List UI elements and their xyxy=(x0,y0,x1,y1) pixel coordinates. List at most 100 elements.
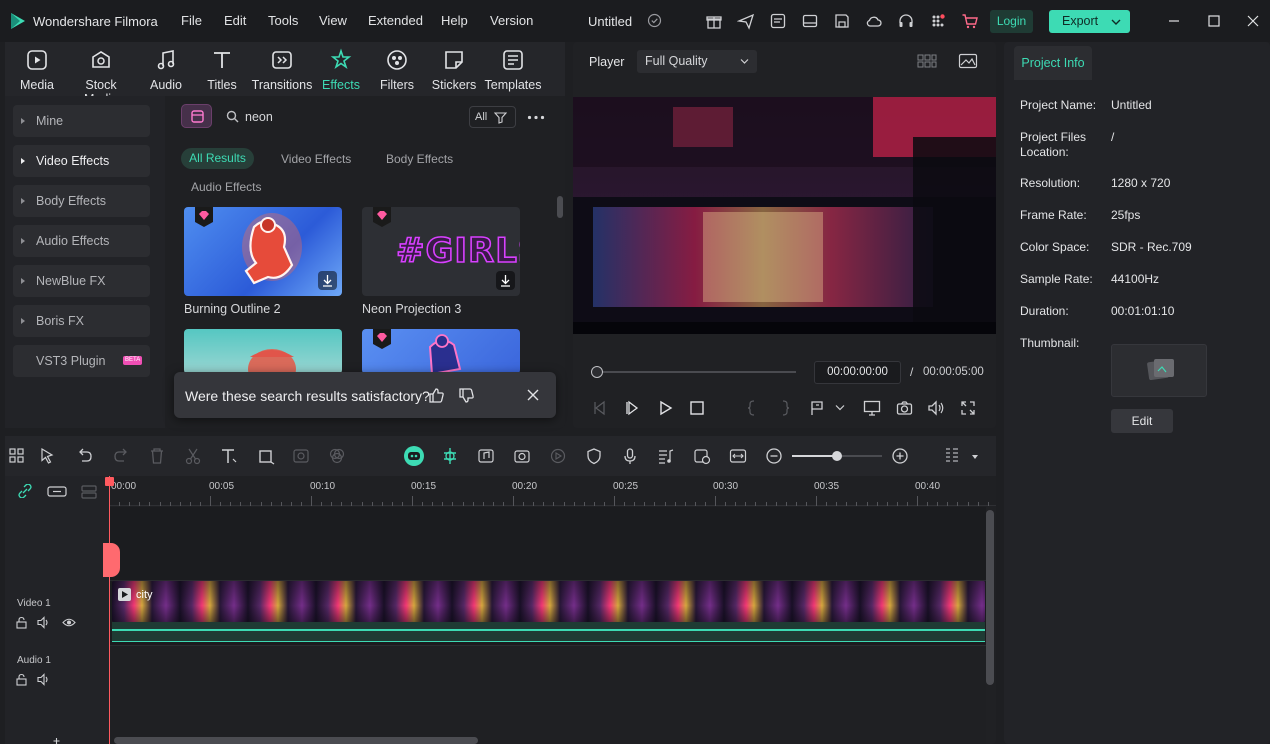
export-button[interactable]: Export xyxy=(1049,10,1130,33)
keyframe-icon[interactable] xyxy=(693,447,711,465)
edit-thumbnail-button[interactable]: Edit xyxy=(1111,409,1173,433)
audio-mixer-icon[interactable] xyxy=(657,447,675,465)
chip-all-results[interactable]: All Results xyxy=(181,148,254,169)
crop-icon[interactable] xyxy=(257,447,275,465)
login-button[interactable]: Login xyxy=(990,10,1033,33)
render-icon[interactable] xyxy=(513,447,531,465)
select-pointer-icon[interactable] xyxy=(39,447,57,465)
add-track-icon[interactable] xyxy=(47,485,67,498)
menu-extended[interactable]: Extended xyxy=(368,13,423,28)
zoom-out-icon[interactable] xyxy=(765,447,783,465)
sidebar-item-vst3-plugin[interactable]: VST3 Plugin BETA xyxy=(13,345,150,377)
camera-snapshot-icon[interactable] xyxy=(896,400,913,416)
link-icon[interactable] xyxy=(17,484,33,498)
filter-dropdown[interactable]: All xyxy=(469,106,516,128)
marker-icon[interactable] xyxy=(809,400,825,416)
timeline-vertical-scrollbar[interactable] xyxy=(986,510,994,685)
close-popup-icon[interactable] xyxy=(527,389,539,401)
color-icon[interactable] xyxy=(328,447,346,465)
search-input[interactable] xyxy=(245,108,445,126)
send-icon[interactable] xyxy=(737,12,755,30)
auto-sync-icon[interactable] xyxy=(441,447,459,465)
tab-filters[interactable]: Filters xyxy=(366,48,428,92)
effect-thumbnail[interactable] xyxy=(362,329,520,374)
tab-media[interactable]: Media xyxy=(6,48,68,92)
sidebar-item-video-effects[interactable]: Video Effects xyxy=(13,145,150,177)
quality-dropdown[interactable]: Full Quality xyxy=(637,50,757,73)
thumbs-down-icon[interactable] xyxy=(458,387,475,404)
download-icon[interactable] xyxy=(318,271,337,290)
sidebar-item-body-effects[interactable]: Body Effects xyxy=(13,185,150,217)
playhead-handle[interactable] xyxy=(105,477,114,486)
menu-file[interactable]: File xyxy=(181,13,202,28)
layout-icon[interactable] xyxy=(801,12,819,30)
tab-audio[interactable]: Audio xyxy=(135,48,197,92)
apps-grid-icon[interactable] xyxy=(929,12,947,30)
effect-thumbnail-neon-projection[interactable]: #GIRLS xyxy=(362,207,520,296)
mark-out-icon[interactable] xyxy=(779,400,791,416)
sidebar-item-boris-fx[interactable]: Boris FX xyxy=(13,305,150,337)
playhead-marker-handle[interactable] xyxy=(103,543,120,577)
next-frame-icon[interactable] xyxy=(625,400,641,416)
layout-grid-icon[interactable] xyxy=(8,447,26,465)
download-icon[interactable] xyxy=(496,271,515,290)
tab-stickers[interactable]: Stickers xyxy=(423,48,485,92)
headset-icon[interactable] xyxy=(897,12,915,30)
menu-tools[interactable]: Tools xyxy=(268,13,298,28)
close-window-icon[interactable] xyxy=(1246,14,1260,28)
menu-edit[interactable]: Edit xyxy=(224,13,246,28)
ai-tool-icon[interactable] xyxy=(292,447,310,465)
tab-templates[interactable]: Templates xyxy=(482,48,544,92)
tab-titles[interactable]: Titles xyxy=(191,48,253,92)
add-icon[interactable] xyxy=(52,737,61,744)
text-tool-icon[interactable] xyxy=(220,447,238,465)
playback-slider-handle[interactable] xyxy=(591,366,603,378)
maximize-icon[interactable] xyxy=(1207,14,1221,28)
sidebar-item-audio-effects[interactable]: Audio Effects xyxy=(13,225,150,257)
grid-view-icon[interactable] xyxy=(917,53,937,69)
zoom-slider-handle[interactable] xyxy=(832,451,842,461)
current-time-field[interactable]: 00:00:00:00 xyxy=(814,361,901,384)
thumbs-up-icon[interactable] xyxy=(428,387,445,404)
eye-icon[interactable] xyxy=(62,617,76,628)
delete-icon[interactable] xyxy=(148,447,166,465)
menu-help[interactable]: Help xyxy=(441,13,468,28)
display-icon[interactable] xyxy=(863,400,881,416)
redo-icon[interactable] xyxy=(112,447,130,465)
chip-video-effects[interactable]: Video Effects xyxy=(281,152,351,166)
snapshot-image-icon[interactable] xyxy=(958,53,978,69)
motion-tracking-icon[interactable] xyxy=(549,447,567,465)
mark-in-icon[interactable] xyxy=(746,400,758,416)
undo-icon[interactable] xyxy=(76,447,94,465)
zoom-in-icon[interactable] xyxy=(891,447,909,465)
effect-thumbnail-burning-outline[interactable] xyxy=(184,207,342,296)
sidebar-item-mine[interactable]: Mine xyxy=(13,105,150,137)
more-options-icon[interactable] xyxy=(527,115,545,120)
fullscreen-icon[interactable] xyxy=(960,400,976,416)
track-manager-icon[interactable] xyxy=(80,484,98,499)
microphone-icon[interactable] xyxy=(621,447,639,465)
thumbnail-box[interactable] xyxy=(1111,344,1207,397)
video-clip[interactable]: city xyxy=(112,581,985,622)
timeline-horizontal-scrollbar[interactable] xyxy=(114,737,478,744)
chevron-down-icon[interactable] xyxy=(971,454,979,460)
effect-thumbnail[interactable] xyxy=(184,329,342,374)
gift-icon[interactable] xyxy=(705,12,723,30)
tab-project-info[interactable]: Project Info xyxy=(1014,46,1092,80)
shield-icon[interactable] xyxy=(585,447,603,465)
tab-transitions[interactable]: Transitions xyxy=(251,48,313,92)
mute-icon[interactable] xyxy=(37,616,51,629)
effects-store-button[interactable] xyxy=(181,104,212,128)
playhead-line[interactable] xyxy=(109,476,110,744)
cut-scissors-icon[interactable] xyxy=(184,447,202,465)
cloud-icon[interactable] xyxy=(865,12,883,30)
playback-slider[interactable] xyxy=(591,371,796,373)
save-icon[interactable] xyxy=(833,12,851,30)
play-icon[interactable] xyxy=(658,400,674,416)
menu-view[interactable]: View xyxy=(319,13,347,28)
track-view-icon[interactable] xyxy=(943,447,961,465)
chip-audio-effects[interactable]: Audio Effects xyxy=(191,180,262,194)
music-sync-icon[interactable] xyxy=(477,447,495,465)
chevron-down-icon[interactable] xyxy=(835,404,845,411)
chip-body-effects[interactable]: Body Effects xyxy=(386,152,453,166)
